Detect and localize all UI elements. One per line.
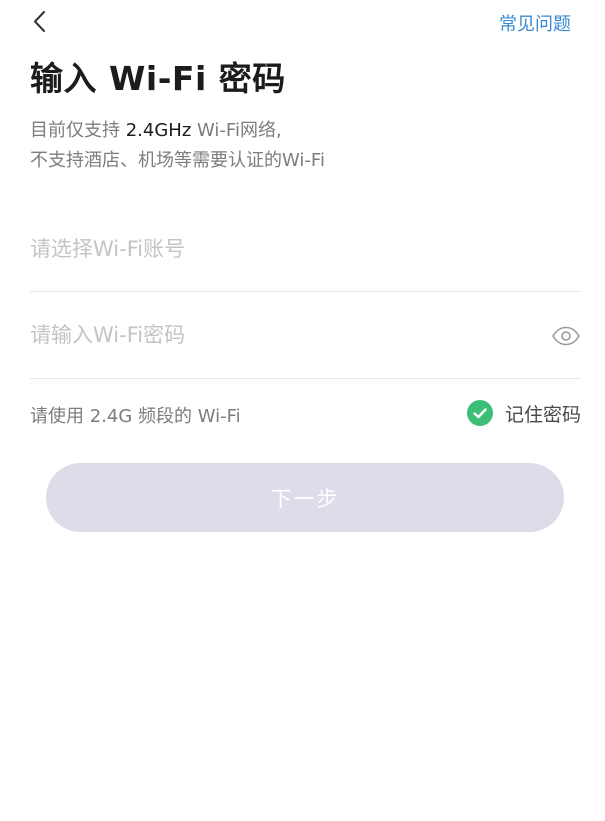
options-row: 请使用 2.4G 频段的 Wi-Fi 记住密码 (30, 392, 581, 436)
check-circle-icon (466, 400, 493, 426)
page-title: 输入 Wi-Fi 密码 (30, 59, 286, 98)
faq-link[interactable]: 常见问题 (499, 10, 571, 36)
subtitle: 目前仅支持 2.4GHz Wi-Fi网络, 不支持酒店、机场等需要认证的Wi-F… (30, 116, 575, 176)
subtitle-line-2: 不支持酒店、机场等需要认证的Wi-Fi (30, 150, 325, 171)
subtitle-prefix: 目前仅支持 (30, 120, 126, 141)
top-bar: 常见问题 (0, 0, 605, 44)
password-visibility-toggle[interactable] (551, 326, 581, 346)
wifi-password-field[interactable] (30, 292, 581, 379)
eye-icon (552, 326, 580, 346)
wifi-ssid-field[interactable] (30, 206, 581, 292)
wifi-ssid-input[interactable] (30, 206, 530, 291)
subtitle-suffix: Wi-Fi网络, (191, 120, 282, 141)
subtitle-line-1: 目前仅支持 2.4GHz Wi-Fi网络, (30, 116, 575, 146)
frequency-highlight: 2.4GHz (125, 120, 192, 141)
next-button[interactable]: 下一步 (46, 463, 564, 532)
band-hint: 请使用 2.4G 频段的 Wi-Fi (30, 406, 241, 427)
chevron-left-icon (34, 11, 45, 32)
remember-password-label: 记住密码 (504, 403, 581, 426)
back-button[interactable] (28, 8, 56, 36)
remember-password-toggle[interactable]: 记住密码 (466, 396, 581, 430)
wifi-password-input[interactable] (30, 292, 530, 378)
